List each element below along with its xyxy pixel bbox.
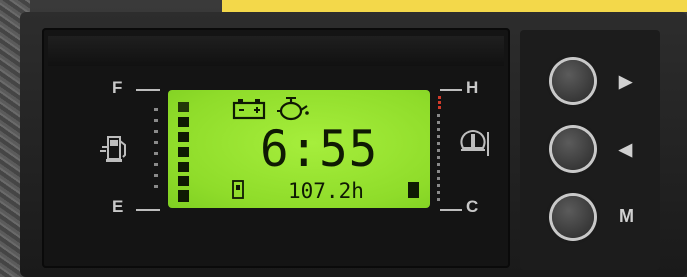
fuel-can-icon bbox=[231, 178, 245, 200]
fuel-full-label: F bbox=[112, 78, 123, 97]
previous-button[interactable] bbox=[552, 128, 594, 170]
next-arrow-icon: ▶ bbox=[619, 72, 633, 91]
fuel-empty-label: E bbox=[112, 197, 124, 216]
mode-button[interactable] bbox=[552, 196, 594, 238]
oil-pressure-icon bbox=[276, 96, 310, 122]
temp-cold-tick bbox=[440, 209, 462, 211]
hour-meter-display: 107.2h bbox=[288, 179, 364, 203]
fuel-empty-tick bbox=[136, 209, 160, 211]
fuel-pump-icon bbox=[98, 133, 132, 165]
previous-arrow-icon: ◀ bbox=[619, 140, 633, 159]
temperature-level-bar bbox=[408, 182, 419, 198]
temp-hot-label: H bbox=[466, 78, 479, 97]
battery-icon bbox=[232, 98, 266, 120]
display-top-bar bbox=[48, 36, 504, 66]
time-display: 6:55 bbox=[260, 120, 379, 178]
lcd-screen: 6:55 107.2h bbox=[168, 90, 430, 208]
coolant-temperature-icon bbox=[455, 126, 491, 166]
temp-cold-label: C bbox=[466, 197, 479, 216]
background-yellow-strip bbox=[222, 0, 687, 12]
mode-button-label: M bbox=[619, 206, 634, 226]
fuel-full-tick bbox=[136, 89, 160, 91]
next-button[interactable] bbox=[552, 60, 594, 102]
temp-hot-tick bbox=[440, 89, 462, 91]
